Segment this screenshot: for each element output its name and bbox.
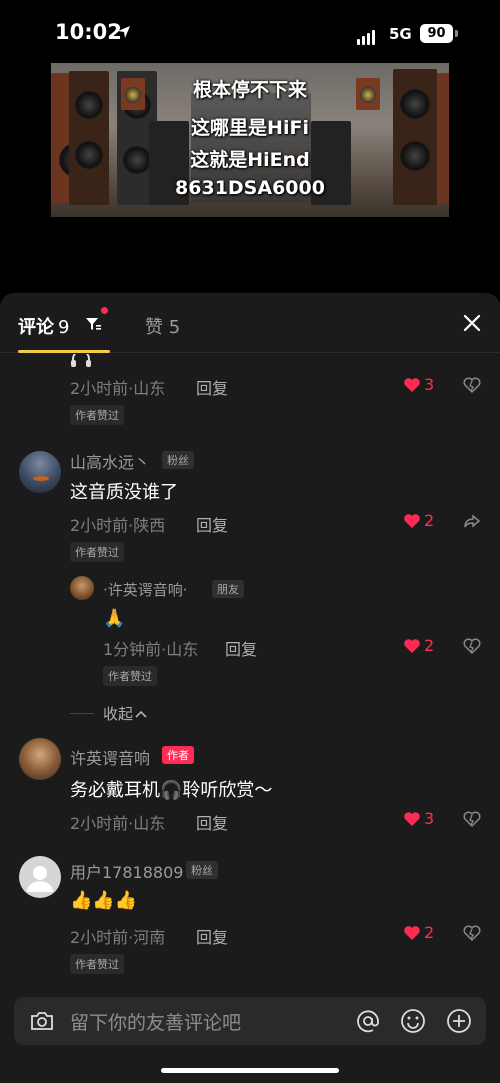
comments-panel: 评论9 赞 5 2小时前·山东 回复 3 作者赞过 山高水远丶 粉丝 这音质没 bbox=[0, 293, 500, 1083]
heart-icon[interactable] bbox=[403, 513, 421, 529]
author-liked-tag: 作者赞过 bbox=[70, 542, 124, 562]
headphones-emoji-icon bbox=[71, 354, 91, 367]
reply-text: 🙏 bbox=[103, 608, 126, 629]
reply-time-location: 1分钟前·山东 bbox=[103, 640, 199, 659]
fan-badge: 粉丝 bbox=[162, 451, 194, 469]
comment-text: 这音质没谁了 bbox=[70, 482, 178, 503]
battery-icon: 90 bbox=[420, 24, 453, 43]
mention-at-icon[interactable] bbox=[354, 1007, 382, 1035]
status-time: 10:02 bbox=[55, 20, 122, 44]
reply-username[interactable]: ·许英谔音响· bbox=[103, 579, 188, 600]
reply-button[interactable]: 回复 bbox=[196, 375, 228, 399]
heart-icon[interactable] bbox=[403, 377, 421, 393]
status-bar: 10:02 5G 90 bbox=[0, 0, 500, 60]
reply-button[interactable]: 回复 bbox=[196, 924, 228, 948]
like-count: 2 bbox=[424, 923, 435, 942]
notification-dot bbox=[101, 307, 108, 314]
dislike-heart-icon[interactable] bbox=[463, 377, 481, 394]
friend-badge: 朋友 bbox=[212, 580, 244, 598]
default-avatar[interactable] bbox=[19, 856, 61, 898]
divider bbox=[70, 713, 94, 714]
panel-tabs: 评论 9 赞 5 bbox=[0, 293, 500, 353]
comment-username[interactable]: 山高水远丶 bbox=[70, 449, 150, 473]
author-liked-tag: 作者赞过 bbox=[70, 954, 124, 974]
filter-icon[interactable] bbox=[84, 315, 102, 333]
tab-comments-label: 评论 bbox=[18, 317, 54, 338]
video-caption-line: 这就是HiEnd bbox=[190, 149, 310, 171]
tab-underline bbox=[18, 350, 110, 353]
close-icon[interactable] bbox=[462, 313, 482, 333]
collapse-label: 收起 bbox=[103, 705, 134, 723]
user-silhouette-icon bbox=[27, 866, 53, 892]
video-player[interactable]: 根本停不下来 这哪里是HiFi 这就是HiEnd 8631DSA6000 bbox=[51, 63, 449, 217]
comment-username[interactable]: 许英谔音响 bbox=[70, 745, 150, 769]
comment-time-location: 2小时前·陕西 bbox=[70, 516, 166, 535]
battery-cap bbox=[455, 30, 458, 37]
dislike-heart-icon[interactable] bbox=[463, 811, 481, 828]
fan-badge: 粉丝 bbox=[186, 861, 218, 879]
reply-button[interactable]: 回复 bbox=[225, 636, 257, 660]
dislike-heart-icon[interactable] bbox=[463, 638, 481, 655]
reply-button[interactable]: 回复 bbox=[196, 810, 228, 834]
heart-icon[interactable] bbox=[403, 925, 421, 941]
avatar[interactable] bbox=[19, 451, 61, 493]
share-arrow-icon[interactable] bbox=[463, 513, 481, 530]
like-count: 3 bbox=[424, 809, 435, 828]
network-type: 5G bbox=[389, 25, 412, 43]
heart-icon[interactable] bbox=[403, 638, 421, 654]
location-arrow-icon bbox=[118, 26, 130, 38]
dislike-heart-icon[interactable] bbox=[463, 925, 481, 942]
author-liked-tag: 作者赞过 bbox=[103, 666, 157, 686]
signal-icon bbox=[357, 26, 377, 45]
heart-icon[interactable] bbox=[403, 811, 421, 827]
comment-time-location: 2小时前·河南 bbox=[70, 928, 166, 947]
comment-list[interactable]: 2小时前·山东 回复 3 作者赞过 山高水远丶 粉丝 这音质没谁了 2小时前·陕… bbox=[0, 354, 500, 990]
tab-likes[interactable]: 赞 5 bbox=[145, 313, 180, 339]
tab-comments-count: 9 bbox=[58, 317, 70, 338]
collapse-replies-button[interactable]: 收起 bbox=[103, 703, 147, 724]
tab-comments[interactable]: 评论 9 bbox=[18, 313, 69, 339]
comment-time-location: 2小时前·山东 bbox=[70, 379, 166, 398]
author-badge: 作者 bbox=[162, 746, 194, 764]
chevron-up-icon bbox=[135, 710, 147, 718]
like-count: 2 bbox=[424, 511, 435, 530]
camera-icon[interactable] bbox=[28, 1007, 56, 1035]
emoji-icon[interactable] bbox=[399, 1007, 427, 1035]
avatar[interactable] bbox=[70, 576, 94, 600]
reply-button[interactable]: 回复 bbox=[196, 512, 228, 536]
comment-time-location: 2小时前·山东 bbox=[70, 814, 166, 833]
comment-text: 务必戴耳机🎧聆听欣赏～ bbox=[70, 780, 273, 801]
like-count: 2 bbox=[424, 636, 435, 655]
comment-input-placeholder[interactable]: 留下你的友善评论吧 bbox=[70, 1008, 241, 1035]
avatar[interactable] bbox=[19, 738, 61, 780]
author-liked-tag: 作者赞过 bbox=[70, 405, 124, 425]
comment-username[interactable]: 用户17818809 bbox=[70, 859, 183, 883]
video-caption-line: 8631DSA6000 bbox=[175, 177, 325, 199]
comment-input-bar[interactable]: 留下你的友善评论吧 bbox=[14, 997, 486, 1045]
like-count: 3 bbox=[424, 375, 435, 394]
tab-likes-label: 赞 bbox=[145, 317, 163, 338]
home-indicator[interactable] bbox=[161, 1068, 339, 1073]
add-plus-icon[interactable] bbox=[445, 1007, 473, 1035]
tab-likes-count: 5 bbox=[168, 317, 181, 338]
comment-text: 👍👍👍 bbox=[70, 890, 138, 911]
video-caption-line: 根本停不下来 bbox=[192, 79, 307, 101]
video-caption-line: 这哪里是HiFi bbox=[191, 117, 309, 139]
